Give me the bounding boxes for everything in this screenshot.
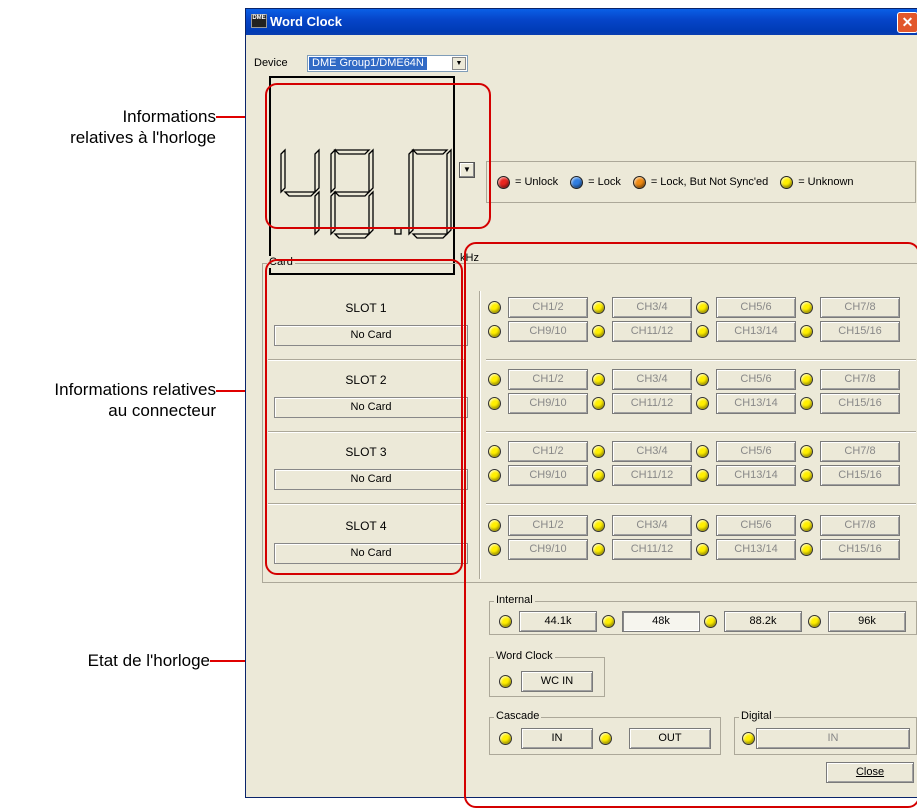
- annotation-connector-info: Informations relatives au connecteur: [54, 380, 216, 420]
- window-title: Word Clock: [270, 14, 342, 29]
- orange-led-icon: [632, 175, 646, 189]
- annotation-clock-info: Informations relatives à l'horloge: [70, 107, 216, 147]
- legend-label: = Lock: [588, 176, 621, 188]
- blue-led-icon: [570, 175, 584, 189]
- legend-label: = Lock, But Not Sync'ed: [650, 176, 769, 188]
- legend-unknown: = Unknown: [780, 175, 854, 189]
- close-window-button[interactable]: ✕: [897, 12, 917, 33]
- device-value: DME Group1/DME64N: [309, 57, 427, 70]
- yellow-led-icon: [780, 175, 794, 189]
- title-bar: DME Word Clock ✕: [246, 9, 917, 35]
- legend-label: = Unlock: [515, 176, 559, 188]
- device-label: Device: [254, 57, 288, 69]
- legend-lock-not-synced: = Lock, But Not Sync'ed: [632, 175, 769, 189]
- legend-lock: = Lock: [570, 175, 621, 189]
- annotation-clock-status: Etat de l'horloge: [87, 651, 210, 670]
- device-select[interactable]: DME Group1/DME64N ▼: [307, 55, 468, 72]
- highlight-connector-info: [265, 259, 463, 575]
- highlight-clock-status: [464, 242, 917, 808]
- legend-label: = Unknown: [798, 176, 854, 188]
- app-icon: DME: [251, 14, 267, 28]
- window-body: Device DME Group1/DME64N ▼ kHz ▼ = Unloc…: [246, 35, 917, 808]
- chevron-down-icon[interactable]: ▼: [452, 57, 466, 70]
- word-clock-window: DME Word Clock ✕ Device DME Group1/DME64…: [245, 8, 917, 808]
- status-legend: = Unlock = Lock = Lock, But Not Sync'ed …: [486, 161, 916, 203]
- legend-unlock: = Unlock: [497, 175, 559, 189]
- red-led-icon: [497, 175, 510, 189]
- highlight-clock-info: [265, 83, 491, 229]
